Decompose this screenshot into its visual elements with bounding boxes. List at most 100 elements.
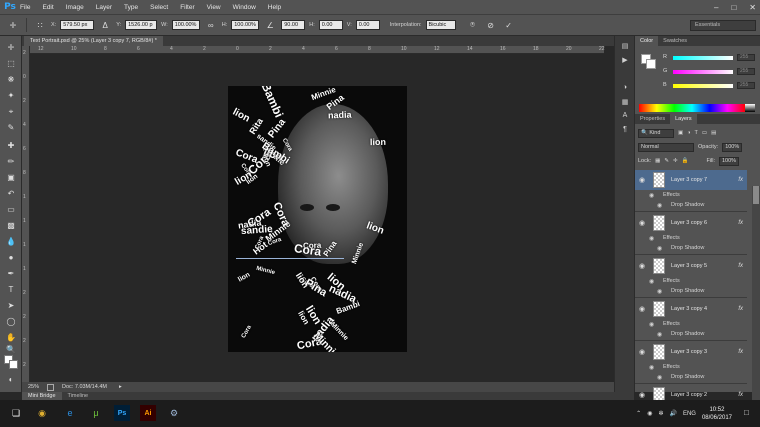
menu-file[interactable]: File <box>20 4 30 11</box>
canvas-area[interactable]: lion Cora Minnie Pina nadia Bambi Cora lion Hot s… <box>30 54 604 382</box>
fx-icon[interactable]: fx <box>738 220 743 226</box>
tab-timeline[interactable]: Timeline <box>62 392 95 400</box>
effects-eye-icon[interactable]: ◉ <box>649 364 654 371</box>
lock-transparency-icon[interactable]: ▦ <box>655 158 660 164</box>
green-slider[interactable]: G 255 <box>663 68 757 76</box>
zoom-level[interactable]: 25% <box>28 384 39 390</box>
wifi-icon[interactable]: ✼ <box>658 410 663 417</box>
layer-row[interactable]: ◉ Layer 3 copy 3 fx ◉ Effects ◉ Drop Shadow <box>635 342 747 384</box>
document-tab[interactable]: Text Portrait.psd @ 25% (Layer 3 copy 7,… <box>24 36 163 46</box>
blend-mode-select[interactable]: Normal <box>638 142 694 152</box>
visibility-eye-icon[interactable]: ◉ <box>635 176 649 184</box>
move-tool-icon[interactable]: ✛ <box>3 42 19 53</box>
effects-eye-icon[interactable]: ◉ <box>649 235 654 242</box>
commit-icon[interactable]: ✓ <box>502 19 516 31</box>
layer-name[interactable]: Layer 3 copy 5 <box>671 263 738 269</box>
effects-eye-icon[interactable]: ◉ <box>649 321 654 328</box>
background-color-swatch[interactable] <box>9 360 18 369</box>
steam-icon[interactable]: ⚙ <box>166 405 182 421</box>
visibility-eye-icon[interactable]: ◉ <box>635 391 649 399</box>
lock-all-icon[interactable]: 🔒 <box>682 158 689 164</box>
tab-color[interactable]: Color <box>635 36 659 46</box>
drop-shadow-label[interactable]: Drop Shadow <box>671 288 704 294</box>
width-field[interactable]: 100.00% <box>171 20 200 30</box>
filter-smart-icon[interactable]: ▤ <box>711 130 716 136</box>
fx-icon[interactable]: fx <box>738 349 743 355</box>
gradient-tool-icon[interactable]: ▩ <box>3 220 19 231</box>
visibility-eye-icon[interactable]: ◉ <box>635 262 649 270</box>
background-color-chip[interactable] <box>646 59 656 69</box>
grayscale-ramp[interactable] <box>745 104 755 112</box>
filter-adjust-icon[interactable]: ◑ <box>687 130 690 136</box>
move-tool-icon[interactable]: ✛ <box>6 19 20 31</box>
drop-shadow-eye-icon[interactable]: ◉ <box>657 331 662 338</box>
filter-kind-select[interactable]: 🔍 Kind <box>638 128 674 138</box>
layer-header[interactable]: ◉ Layer 3 copy 6 fx <box>635 213 747 233</box>
layer-thumbnail[interactable] <box>653 344 665 360</box>
crop-tool-icon[interactable]: ⌖ <box>3 106 19 117</box>
windows-icon[interactable]: ❏ <box>8 405 24 421</box>
quick-mask-icon[interactable]: ◐ <box>3 374 19 385</box>
menu-image[interactable]: Image <box>66 4 84 11</box>
blue-value[interactable]: 255 <box>737 82 755 89</box>
layer-thumbnail[interactable] <box>653 215 665 231</box>
color-spectrum[interactable] <box>639 104 745 112</box>
red-slider[interactable]: R 255 <box>663 54 757 62</box>
lock-position-icon[interactable]: ✛ <box>673 158 678 164</box>
clone-stamp-tool-icon[interactable]: ▣ <box>3 172 19 183</box>
drop-shadow-label[interactable]: Drop Shadow <box>671 245 704 251</box>
green-track[interactable] <box>673 70 733 74</box>
layer-name[interactable]: Layer 3 copy 6 <box>671 220 738 226</box>
eraser-tool-icon[interactable]: ▭ <box>3 204 19 215</box>
menu-type[interactable]: Type <box>124 4 138 11</box>
fx-icon[interactable]: fx <box>738 392 743 398</box>
fx-icon[interactable]: fx <box>738 177 743 183</box>
tab-swatches[interactable]: Swatches <box>658 36 692 46</box>
layer-header[interactable]: ◉ Layer 3 copy 7 fx <box>635 170 747 190</box>
layer-thumbnail[interactable] <box>653 172 665 188</box>
layer-row[interactable]: ◉ Layer 3 copy 7 fx ◉ Effects ◉ Drop Shadow <box>635 170 747 212</box>
menu-filter[interactable]: Filter <box>180 4 194 11</box>
layer-header[interactable]: ◉ Layer 3 copy 3 fx <box>635 342 747 362</box>
layer-name[interactable]: Layer 3 copy 2 <box>671 392 738 398</box>
drop-shadow-label[interactable]: Drop Shadow <box>671 331 704 337</box>
dodge-tool-icon[interactable]: ● <box>3 252 19 263</box>
warp-icon[interactable]: ⍟ <box>466 19 480 31</box>
layer-name[interactable]: Layer 3 copy 3 <box>671 349 738 355</box>
paragraph-panel-icon[interactable]: ¶ <box>619 126 631 136</box>
utorrent-icon[interactable]: μ <box>88 405 104 421</box>
visibility-eye-icon[interactable]: ◉ <box>635 348 649 356</box>
tab-mini-bridge[interactable]: Mini Bridge <box>22 392 62 400</box>
workspace-select[interactable]: Essentials <box>690 20 756 31</box>
actions-panel-icon[interactable]: ▶ <box>619 56 631 66</box>
effects-eye-icon[interactable]: ◉ <box>649 278 654 285</box>
drop-shadow-label[interactable]: Drop Shadow <box>671 374 704 380</box>
hand-tool-icon[interactable]: ✋ <box>3 332 19 343</box>
tab-properties[interactable]: Properties <box>635 114 670 124</box>
layer-header[interactable]: ◉ Layer 3 copy 4 fx <box>635 299 747 319</box>
notifications-icon[interactable]: □ <box>744 408 754 418</box>
shape-tool-icon[interactable]: ◯ <box>3 316 19 327</box>
illustrator-icon[interactable]: Ai <box>140 405 156 421</box>
layers-scroll-thumb[interactable] <box>753 186 759 204</box>
menu-edit[interactable]: Edit <box>42 4 53 11</box>
network-icon[interactable]: ◉ <box>647 410 652 417</box>
filter-pixel-icon[interactable]: ▣ <box>678 130 683 136</box>
maximize-icon[interactable]: □ <box>731 3 736 12</box>
status-arrow-icon[interactable]: ▸ <box>119 384 122 390</box>
reference-point-icon[interactable]: ∷ <box>33 19 47 31</box>
menu-select[interactable]: Select <box>150 4 168 11</box>
lock-pixels-icon[interactable]: ✎ <box>664 158 669 164</box>
fx-icon[interactable]: fx <box>738 306 743 312</box>
interpolation-select[interactable]: Bicubic <box>425 20 456 30</box>
layer-name[interactable]: Layer 3 copy 4 <box>671 306 738 312</box>
tab-layers[interactable]: Layers <box>670 114 697 124</box>
drop-shadow-eye-icon[interactable]: ◉ <box>657 288 662 295</box>
chrome-icon[interactable]: ◉ <box>34 405 50 421</box>
menu-layer[interactable]: Layer <box>96 4 112 11</box>
effects-eye-icon[interactable]: ◉ <box>649 192 654 199</box>
styles-panel-icon[interactable]: ▦ <box>619 98 631 108</box>
transform-selection-line[interactable] <box>236 258 344 259</box>
link-icon[interactable]: ∞ <box>204 19 218 31</box>
zoom-tool-icon[interactable]: 🔍 <box>3 344 19 355</box>
